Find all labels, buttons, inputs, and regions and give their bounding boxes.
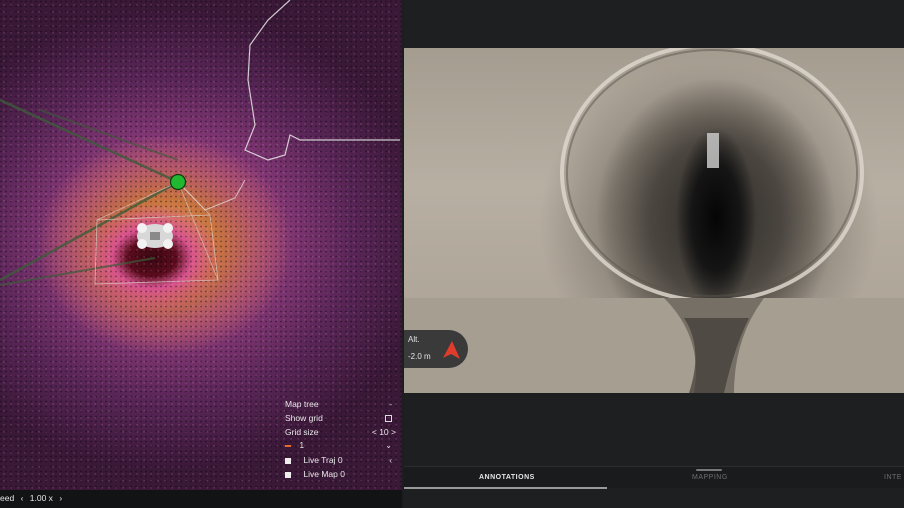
- grid-size-stepper[interactable]: < 10 >: [372, 426, 396, 439]
- camera-panel: Alt. -2.0 m ANNOTATIONS MAPPING INTE: [404, 0, 904, 508]
- show-grid-row: Show grid: [285, 412, 400, 425]
- live-traj-checkbox[interactable]: [285, 457, 291, 464]
- trajectory-marker-icon: [169, 173, 187, 191]
- speed-value: 1.00 x: [29, 493, 53, 503]
- grid-size-label: Grid size: [285, 427, 319, 437]
- heading-arrow-icon: [443, 341, 460, 359]
- grid-size-row: Grid size < 10 >: [285, 426, 400, 439]
- frustum-line: [0, 98, 179, 184]
- frustum-line: [39, 109, 179, 161]
- trajectory-path: [244, 0, 400, 161]
- tab-mapping[interactable]: MAPPING: [692, 474, 728, 481]
- show-grid-label: Show grid: [285, 413, 323, 423]
- live-map-label: Live Map 0: [303, 469, 345, 479]
- altitude-value: -2.0 m: [408, 352, 431, 361]
- frustum-line: [0, 257, 156, 286]
- tab-inte[interactable]: INTE: [884, 474, 902, 481]
- grid-size-decrement-icon[interactable]: <: [372, 427, 377, 437]
- grid-size-increment-icon[interactable]: >: [391, 427, 396, 437]
- altitude-indicator: Alt. -2.0 m: [404, 330, 468, 368]
- point-cloud-view[interactable]: Map tree - Show grid Grid size < 10 > 1 …: [0, 0, 402, 490]
- camera-feed[interactable]: [404, 48, 904, 393]
- speed-increase-icon[interactable]: ›: [59, 493, 62, 503]
- live-map-checkbox[interactable]: [285, 471, 291, 478]
- map-tree-panel: Map tree - Show grid Grid size < 10 > 1 …: [285, 398, 400, 486]
- map-tree-header[interactable]: Map tree -: [285, 398, 400, 411]
- map-tree-title: Map tree: [285, 399, 319, 409]
- live-map-row[interactable]: Live Map 0: [285, 468, 400, 481]
- layer-color-swatch: [285, 444, 291, 447]
- active-tab-indicator: [404, 487, 607, 489]
- pipe-rim: [560, 48, 864, 303]
- playback-speed-bar: eed ‹ 1.00 x ›: [0, 490, 402, 508]
- speed-decrease-icon[interactable]: ‹: [21, 493, 24, 503]
- show-grid-checkbox[interactable]: [385, 415, 392, 422]
- live-traj-row[interactable]: Live Traj 0 ‹: [285, 454, 400, 467]
- layer-expand-icon[interactable]: ⌄: [385, 439, 392, 452]
- trajectory-path-2: [177, 179, 246, 211]
- map-tree-collapse-icon[interactable]: -: [389, 398, 392, 411]
- layer-index: 1: [299, 440, 305, 450]
- live-traj-expand-icon[interactable]: ‹: [389, 454, 392, 467]
- layer-row[interactable]: 1 ⌄: [285, 439, 400, 452]
- bottom-tab-bar: ANNOTATIONS MAPPING INTE: [404, 466, 904, 489]
- grid-size-value: 10: [379, 427, 389, 437]
- camera-feed-overlay: [404, 48, 904, 393]
- tab-annotations[interactable]: ANNOTATIONS: [479, 474, 535, 481]
- drone-model-icon: [137, 223, 173, 249]
- live-traj-label: Live Traj 0: [303, 455, 343, 465]
- altitude-label: Alt.: [408, 335, 420, 344]
- speed-label: eed: [0, 493, 15, 503]
- drag-handle[interactable]: [696, 469, 722, 471]
